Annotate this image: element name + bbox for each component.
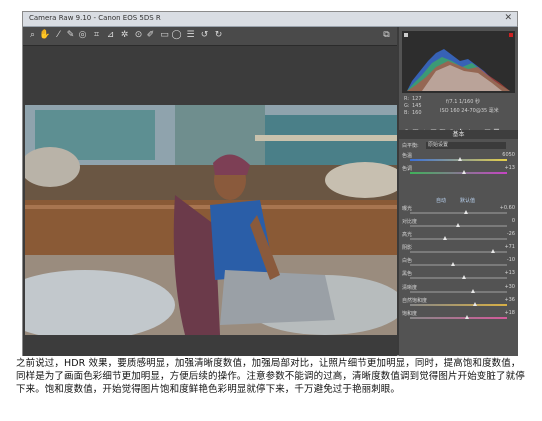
slider-row: 色调 +13 (402, 165, 515, 176)
right-panel: R: 127 G: 145 B: 160 f/7.1 1/160 秒 ISO 1… (399, 27, 518, 356)
r-value: 127 (412, 96, 422, 102)
red-eye-icon[interactable]: ⊙ (133, 30, 144, 41)
slider-track[interactable] (410, 291, 507, 293)
slider-value[interactable]: +18 (504, 310, 515, 316)
fullscreen-icon[interactable]: ⧉ (381, 30, 392, 41)
slider-label: 清晰度 (402, 285, 418, 291)
slider-value[interactable]: +13 (504, 165, 515, 171)
slider-value[interactable]: -26 (507, 231, 515, 237)
color-sampler-icon[interactable]: ✎ (65, 30, 76, 41)
slider-value[interactable]: +30 (504, 284, 515, 290)
slider-label: 色温 (402, 153, 413, 159)
target-adjust-icon[interactable]: ◎ (77, 30, 88, 41)
pixel-readout: R: 127 G: 145 B: 160 f/7.1 1/160 秒 ISO 1… (402, 95, 515, 117)
rotate-left-icon[interactable]: ↺ (199, 30, 210, 41)
slider-row: 曝光 +0.60 (402, 205, 515, 216)
slider-thumb[interactable] (473, 302, 478, 306)
b-value: 160 (412, 110, 422, 116)
auto-default-links: 自动 默认值 (402, 197, 515, 205)
slider-row: 黑色 +13 (402, 270, 515, 281)
highlight-clip-indicator (509, 33, 513, 37)
caption-paragraph: 之前说过，HDR 效果，要质感明显，加强清晰度数值，加强局部对比，让照片细节更加… (16, 358, 525, 395)
slider-thumb[interactable] (461, 170, 466, 174)
slider-label: 色调 (402, 166, 413, 172)
b-label: B: (404, 110, 410, 116)
photo-image (25, 105, 397, 335)
slider-label: 白色 (402, 258, 413, 264)
g-value: 145 (412, 103, 422, 109)
slider-row: 白色 -10 (402, 257, 515, 268)
white-balance-icon[interactable]: ⁄ (53, 30, 64, 41)
slider-row: 高光 -26 (402, 231, 515, 242)
panel-tabs: ◉◫▲▦◧◍✱◈≡▤☰ (402, 119, 515, 136)
zoom-icon[interactable]: ⌕ (27, 30, 38, 41)
slider-thumb[interactable] (456, 223, 460, 227)
slider-value[interactable]: +13 (504, 270, 515, 276)
slider-value[interactable]: +71 (504, 244, 515, 250)
slider-value[interactable]: +36 (504, 297, 515, 303)
slider-thumb[interactable] (457, 157, 462, 161)
slider-track[interactable] (410, 238, 507, 240)
preferences-icon[interactable]: ☰ (185, 30, 196, 41)
slider-row: 自然饱和度 +36 (402, 297, 515, 308)
hand-icon[interactable]: ✋ (39, 30, 50, 41)
slider-thumb[interactable] (461, 275, 466, 279)
window-title: Camera Raw 9.10 - Canon EOS 5DS R (29, 14, 161, 22)
rotate-right-icon[interactable]: ↻ (213, 30, 224, 41)
slider-track[interactable] (410, 317, 507, 319)
slider-track[interactable] (410, 172, 507, 174)
straighten-icon[interactable]: ⊿ (105, 30, 116, 41)
slider-label: 自然饱和度 (402, 298, 428, 304)
close-icon[interactable]: ✕ (504, 13, 512, 23)
slider-thumb[interactable] (464, 315, 469, 319)
radial-filter-icon[interactable]: ◯ (171, 30, 182, 41)
toolbar: ⌕ ✋ ⁄ ✎ ◎ ⌗ ⊿ ✲ ⊙ ✐ ▭ ◯ ☰ ↺ ↻ ⧉ (23, 27, 397, 46)
slider-value[interactable]: -10 (507, 257, 515, 263)
white-balance-label: 白平衡: (402, 143, 419, 149)
photo-preview[interactable] (25, 105, 397, 335)
slider-row: 阴影 +71 (402, 244, 515, 255)
slider-track[interactable] (410, 212, 507, 214)
slider-label: 曝光 (402, 206, 413, 212)
exposure-info: f/7.1 1/160 秒 (446, 99, 480, 105)
auto-link[interactable]: 自动 (436, 197, 446, 204)
g-label: G: (404, 103, 410, 109)
caption-text: 之前说过，HDR 效果，要质感明显，加强清晰度数值，加强局部对比，让照片细节更加… (16, 357, 530, 396)
default-link[interactable]: 默认值 (460, 197, 475, 204)
title-bar: Camera Raw 9.10 - Canon EOS 5DS R ✕ (23, 12, 517, 27)
slider-row: 对比度 0 (402, 218, 515, 229)
panel-section-title: 基本 (399, 130, 518, 139)
slider-thumb[interactable] (443, 236, 448, 240)
slider-thumb[interactable] (463, 210, 468, 214)
slider-row: 饱和度 +18 (402, 310, 515, 321)
spot-removal-icon[interactable]: ✲ (119, 30, 130, 41)
histogram (402, 31, 515, 93)
slider-thumb[interactable] (470, 289, 475, 293)
slider-thumb[interactable] (451, 262, 456, 266)
slider-row: 清晰度 +30 (402, 284, 515, 295)
graduated-filter-icon[interactable]: ▭ (159, 30, 170, 41)
slider-label: 对比度 (402, 219, 418, 225)
slider-label: 黑色 (402, 271, 413, 277)
slider-label: 阴影 (402, 245, 413, 251)
shadow-clip-indicator (404, 33, 408, 37)
slider-thumb[interactable] (490, 249, 495, 253)
iso-info: ISO 160 24-70@35 毫米 (440, 108, 499, 114)
slider-row: 色温 6050 (402, 152, 515, 163)
slider-value[interactable]: 6050 (502, 152, 515, 158)
histogram-graph (402, 31, 515, 93)
white-balance-select[interactable]: 原始设置 (426, 142, 506, 149)
slider-value[interactable]: 0 (512, 218, 515, 224)
slider-label: 高光 (402, 232, 413, 238)
slider-track[interactable] (410, 277, 507, 279)
r-label: R: (404, 96, 410, 102)
slider-label: 饱和度 (402, 311, 418, 317)
crop-icon[interactable]: ⌗ (91, 30, 102, 41)
camera-raw-window: Camera Raw 9.10 - Canon EOS 5DS R ✕ ⌕ ✋ … (22, 11, 518, 356)
adjustment-brush-icon[interactable]: ✐ (145, 30, 156, 41)
slider-track[interactable] (410, 264, 507, 266)
slider-value[interactable]: +0.60 (500, 205, 515, 211)
white-balance-row: 白平衡: 原始设置 (402, 142, 515, 150)
slider-track[interactable] (410, 304, 507, 306)
